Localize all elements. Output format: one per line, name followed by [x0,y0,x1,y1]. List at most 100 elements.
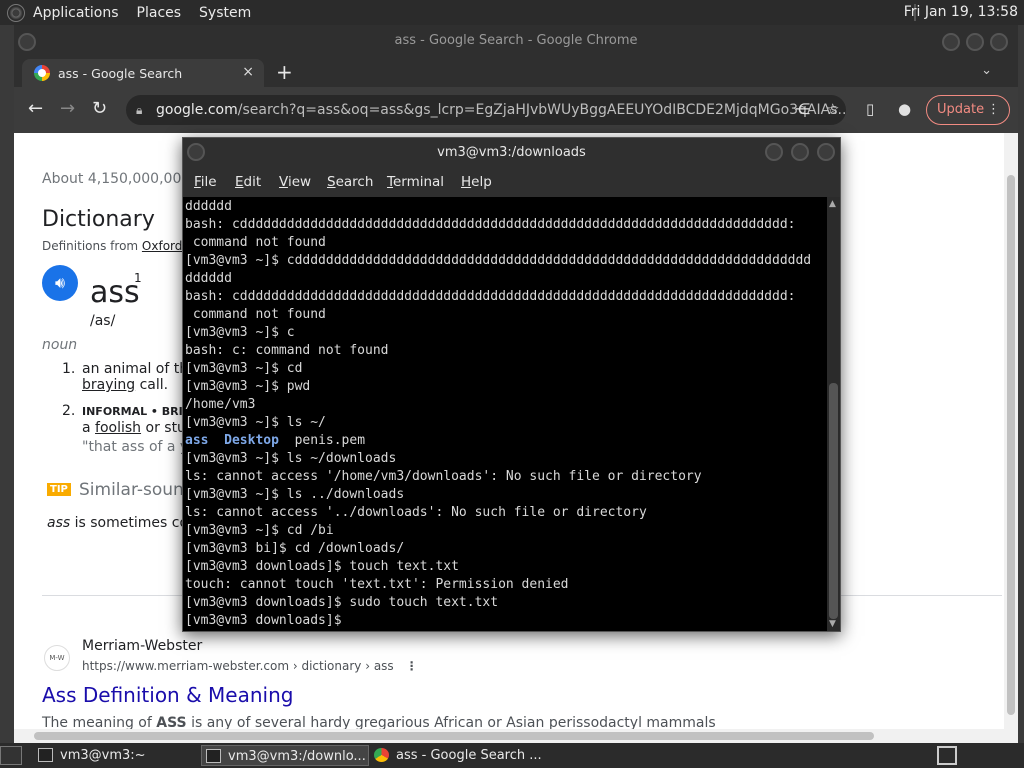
google-favicon-icon [34,65,50,81]
page-horizontal-scrollbar[interactable] [14,729,1018,743]
foolish-link[interactable]: foolish [95,420,141,436]
taskbar-item-chrome[interactable]: ass - Google Search ... [370,745,550,766]
menu-applications[interactable]: Applications [33,5,119,21]
scrollbar-thumb[interactable] [829,383,838,619]
result-url: https://www.merriam-webster.com › dictio… [82,659,418,673]
definition-example: "that ass of a yo [82,439,197,455]
show-desktop-icon[interactable] [0,746,22,765]
results-count: About 4,150,000,000 r [42,171,201,187]
terminal-line: [vm3@vm3 ~]$ cd /bi [185,523,334,538]
browser-toolbar: ← → ↻ 🔒︎ google.com/search?q=ass&oq=ass&g… [14,87,1018,133]
phonetic: /as/ [90,313,116,329]
terminal-window: vm3@vm3:/downloads File Edit View Search… [182,137,841,632]
bookmark-star-icon[interactable]: ☆ [826,100,839,118]
terminal-line: [vm3@vm3 downloads]$ touch text.txt [185,559,459,574]
chrome-menu-icon[interactable]: ⋮ [987,96,1000,124]
terminal-line: command not found [185,235,326,250]
terminal-icon [38,748,53,762]
terminal-line: [vm3@vm3 ~]$ cdddddddddddddddddddddddddd… [185,253,812,268]
terminal-output[interactable]: dddddd bash: cddddddddddddddddddddddddddd… [185,197,826,631]
terminal-line: command not found [185,307,326,322]
terminal-line: ls: cannot access '../downloads': No suc… [185,505,647,520]
terminal-line: [vm3@vm3 downloads]$ sudo touch text.txt [185,595,499,610]
minimize-icon[interactable] [942,33,960,51]
menu-view[interactable]: View [279,174,311,190]
close-window-icon[interactable] [990,33,1008,51]
update-label: Update [937,102,985,117]
reload-icon[interactable]: ↻ [92,98,107,119]
page-vertical-scrollbar[interactable] [1004,133,1018,729]
maximize-icon[interactable] [791,143,809,161]
terminal-scrollbar[interactable]: ▲ ▼ [827,197,840,631]
merriam-webster-favicon-icon: M-W [44,645,70,671]
definition-text-pre: a [82,420,96,436]
terminal-line: [vm3@vm3 downloads]$ [185,613,350,628]
terminal-titlebar[interactable]: vm3@vm3:/downloads [183,138,840,167]
terminal-line: /home/vm3 [185,397,256,412]
terminal-line: [vm3@vm3 ~]$ ls ../downloads [185,487,405,502]
scroll-down-icon[interactable]: ▼ [829,619,836,629]
terminal-line: bash: c: command not found [185,343,389,358]
chrome-titlebar[interactable]: ass - Google Search - Google Chrome [14,25,1018,57]
update-button[interactable]: Update ⋮ [926,95,1010,125]
distro-logo-icon[interactable] [7,3,25,22]
tab-search-icon[interactable]: ⌄ [981,63,992,78]
back-icon[interactable]: ← [28,98,43,119]
tab-close-icon[interactable]: × [242,64,254,80]
usage-tag: INFORMAL • BRIT [82,405,191,418]
terminal-line: dddddd [185,271,232,286]
window-menu-icon[interactable] [187,143,205,161]
terminal-menubar: File Edit View Search Terminal Help [183,167,840,197]
forward-icon[interactable]: → [60,98,75,119]
pronounce-speaker-icon[interactable]: 🔊︎ [42,265,78,301]
result-site-name[interactable]: Merriam-Webster [82,638,202,654]
braying-link[interactable]: braying [82,377,135,393]
similar-sounding-text: ass is sometimes con [47,515,197,531]
tab-strip: ass - Google Search × [14,57,1018,87]
menu-places[interactable]: Places [137,5,182,21]
menu-help[interactable]: Help [461,174,492,190]
tip-badge: TIP [47,483,71,496]
url-host: google.com [156,102,238,118]
directory-entry: ass [185,433,225,448]
scrollbar-thumb[interactable] [34,732,874,740]
menu-edit[interactable]: Edit [235,174,261,190]
share-icon[interactable]: ⋲ [795,100,810,118]
terminal-line: [vm3@vm3 ~]$ ls ~/ [185,415,326,430]
workspace-switcher-icon[interactable] [937,746,957,765]
menu-system[interactable]: System [199,5,251,21]
similar-text-rest: is sometimes con [70,515,197,531]
snippet-pre: The meaning of [42,715,157,729]
close-window-icon[interactable] [817,143,835,161]
maximize-icon[interactable] [966,33,984,51]
window-menu-icon[interactable] [18,33,36,51]
scroll-up-icon[interactable]: ▲ [829,199,836,209]
scrollbar-thumb[interactable] [1007,175,1015,715]
menu-search[interactable]: Search [327,174,373,190]
similar-word: ass [47,515,71,531]
part-of-speech: noun [42,337,78,353]
definition-2: 2. INFORMAL • BRIT a foolish or stup [62,403,195,436]
result-title-link[interactable]: Ass Definition & Meaning [42,683,293,707]
taskbar-item-terminal-home[interactable]: vm3@vm3:~ [34,745,194,766]
terminal-line: [vm3@vm3 ~]$ c [185,325,295,340]
menu-terminal[interactable]: Terminal [387,174,444,190]
result-url-text: https://www.merriam-webster.com › dictio… [82,659,394,673]
clock[interactable]: Fri Jan 19, 13:58 [904,4,1018,20]
taskbar-item-terminal-downloads[interactable]: vm3@vm3:/downlo... [201,745,369,766]
menu-file[interactable]: File [194,174,217,190]
snippet-bold: ASS [156,715,187,729]
lock-icon[interactable]: 🔒︎ [136,95,142,125]
minimize-icon[interactable] [765,143,783,161]
address-bar[interactable]: 🔒︎ google.com/search?q=ass&oq=ass&gs_lcrp… [126,95,846,125]
side-panel-icon[interactable]: ▯ [866,100,874,118]
definition-number: 2. [62,403,76,419]
definition-1: 1. an animal of the braying call. [62,361,197,393]
bottom-taskbar: vm3@vm3:~ vm3@vm3:/downlo... ass - Googl… [0,743,1024,768]
definition-text-rest: call. [135,377,169,393]
profile-icon[interactable]: ● [898,100,911,118]
tab-google-search[interactable]: ass - Google Search × [22,59,264,87]
result-menu-icon[interactable]: ⋮ [406,659,418,673]
similar-sounding-heading[interactable]: Similar-sound [79,480,195,500]
new-tab-button[interactable]: + [276,60,293,84]
